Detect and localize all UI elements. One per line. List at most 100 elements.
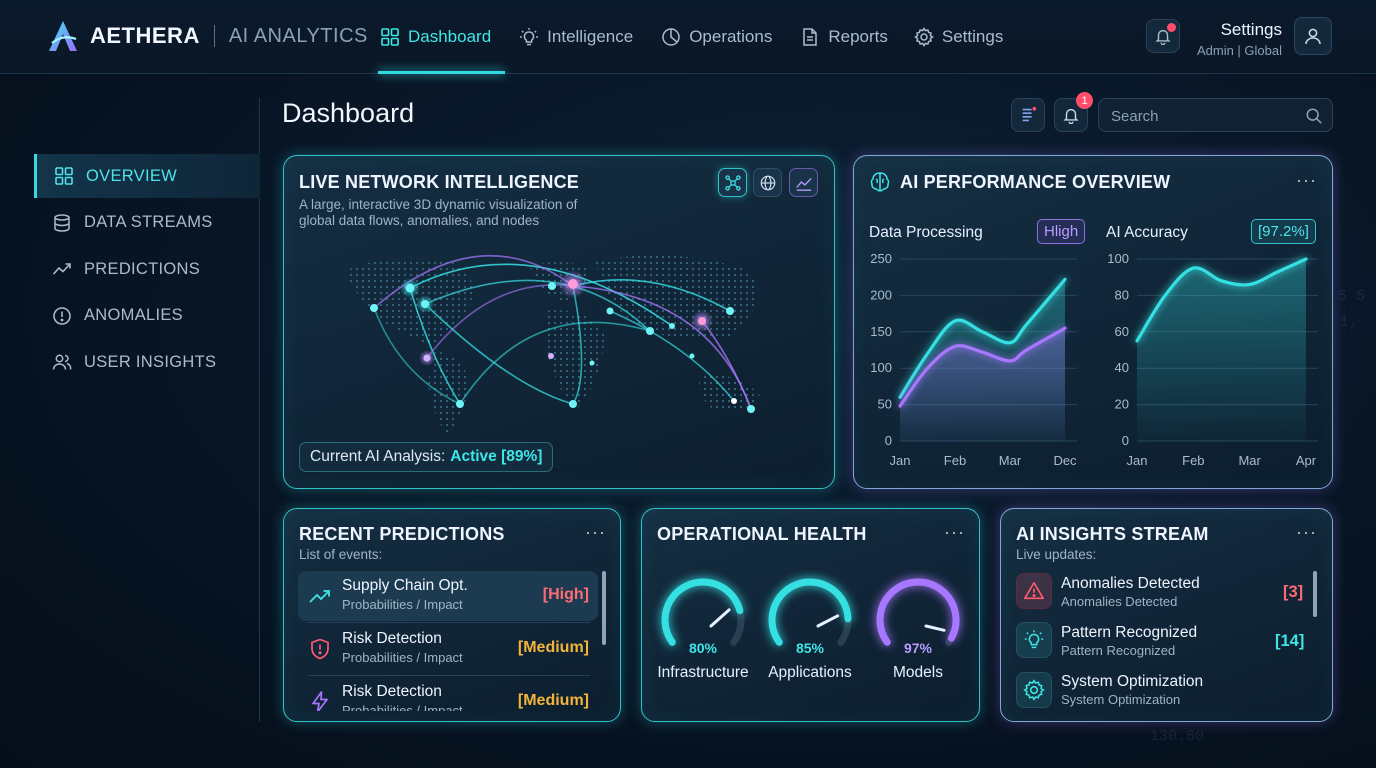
sidebar-item-anomalies[interactable]: ANOMALIES [34, 294, 260, 338]
gauge-value-infrastructure: 80% [688, 640, 718, 656]
insights-card-subtitle: Live updates: [1016, 547, 1097, 562]
processing-chart[interactable]: 0 50 100 150 200 250 Jan Feb Mar Dec [855, 245, 1085, 480]
nav-intelligence[interactable]: Intelligence [517, 0, 647, 74]
accuracy-chart-label: AI Accuracy [1106, 224, 1188, 241]
nav-reports-label: Reports [828, 27, 888, 46]
gauge-value-applications: 85% [795, 640, 825, 656]
prediction-desc: Probabilities / Impact [342, 650, 463, 665]
prediction-clip: Risk Detection Probabilities / Impact [M… [298, 677, 598, 711]
lightning-icon [312, 691, 328, 711]
y-tick-label: 0 [885, 433, 892, 448]
network-graph-view-button[interactable] [718, 168, 747, 197]
status-label: Current AI Analysis: [310, 448, 446, 465]
lightbulb-icon [1024, 630, 1044, 649]
performance-more-button[interactable]: ··· [1296, 170, 1317, 191]
x-tick-label: Feb [944, 453, 966, 468]
insight-desc: System Optimization [1061, 692, 1181, 707]
notification-count-badge: 1 [1076, 92, 1093, 109]
y-tick-label: 100 [1107, 251, 1129, 266]
insight-name[interactable]: Anomalies Detected [1061, 575, 1200, 593]
predictions-more-button[interactable]: ··· [585, 522, 606, 543]
list-view-button[interactable] [1011, 98, 1045, 132]
sidebar: OVERVIEW DATA STREAMS PREDICTIONS ANOMAL… [34, 154, 260, 387]
notification-dot [1167, 23, 1176, 32]
y-tick-label: 100 [870, 360, 892, 375]
alert-circle-icon [53, 306, 71, 325]
insights-scrollbar[interactable] [1313, 571, 1317, 617]
insights-more-button[interactable]: ··· [1296, 522, 1317, 543]
y-tick-label: 20 [1115, 397, 1129, 412]
x-tick-label: Mar [999, 453, 1022, 468]
network-nodes-icon [724, 174, 741, 191]
list-item[interactable]: Supply Chain Opt. Probabilities / Impact… [298, 571, 598, 621]
sidebar-item-predictions[interactable]: PREDICTIONS [34, 247, 260, 291]
nav-reports[interactable]: Reports [798, 0, 902, 74]
line-chart-icon [795, 177, 812, 191]
search-input[interactable] [1111, 106, 1291, 126]
grid-icon [381, 28, 399, 46]
sidebar-item-label: PREDICTIONS [84, 259, 201, 278]
user-icon [1305, 28, 1321, 45]
prediction-level: [Medium] [517, 639, 589, 656]
network-card-title: LIVE NETWORK INTELLIGENCE [299, 172, 580, 192]
list-item[interactable]: Risk Detection Probabilities / Impact [M… [298, 624, 598, 674]
document-icon [803, 28, 818, 46]
y-tick-label: 40 [1115, 360, 1129, 375]
notifications-button[interactable] [1146, 19, 1180, 53]
sidebar-item-user-insights[interactable]: USER INSIGHTS [34, 340, 260, 384]
network-globe-view-button[interactable] [753, 168, 782, 197]
insight-count: [14] [1275, 632, 1305, 650]
avatar[interactable] [1294, 17, 1332, 55]
series-area [1137, 259, 1306, 441]
search-icon[interactable] [1305, 107, 1323, 125]
gauge-value-models: 97% [903, 640, 933, 656]
nav-settings[interactable]: Settings [912, 0, 1017, 74]
insight-name[interactable]: System Optimization [1061, 673, 1203, 691]
user-role: Admin | Global [1196, 43, 1282, 58]
network-trend-view-button[interactable] [789, 168, 818, 197]
pie-icon [662, 28, 680, 46]
gear-icon [914, 27, 934, 47]
divider [308, 675, 590, 676]
x-tick-label: Mar [1238, 453, 1261, 468]
page-title: Dashboard [282, 98, 415, 128]
brain-icon [870, 172, 890, 192]
prediction-level: [Medium] [517, 692, 589, 709]
prediction-level: [High] [542, 586, 589, 603]
insights-card-title: AI INSIGHTS STREAM [1016, 524, 1209, 544]
network-map[interactable] [330, 236, 800, 446]
lightbulb-icon [520, 28, 539, 46]
predictions-scrollbar[interactable] [602, 571, 606, 645]
prediction-name: Risk Detection [342, 683, 442, 700]
prediction-name: Risk Detection [342, 630, 442, 647]
sidebar-item-label: OVERVIEW [86, 166, 178, 185]
status-value: Active [89%] [450, 448, 543, 465]
brand-name: AETHERA [90, 23, 200, 48]
search-box[interactable] [1098, 98, 1333, 132]
page-notifications-button[interactable]: 1 [1054, 92, 1093, 132]
nav-operations-label: Operations [689, 27, 773, 46]
performance-card-title: AI PERFORMANCE OVERVIEW [900, 172, 1171, 192]
sidebar-item-data-streams[interactable]: DATA STREAMS [34, 201, 260, 245]
processing-tag: Hligh [1037, 219, 1086, 244]
list-item[interactable]: Risk Detection Probabilities / Impact [M… [298, 677, 598, 711]
nav-dashboard[interactable]: Dashboard [378, 0, 506, 74]
insight-name[interactable]: Pattern Recognized [1061, 624, 1197, 642]
trend-up-icon [309, 590, 330, 603]
users-icon [52, 354, 72, 370]
ai-analysis-status: Current AI Analysis: Active [89%] [299, 442, 554, 472]
nav-operations[interactable]: Operations [659, 0, 786, 74]
health-more-button[interactable]: ··· [944, 522, 965, 543]
accuracy-chart[interactable]: 0 20 40 60 80 100 Jan Feb Mar Apr [1092, 245, 1326, 480]
y-tick-label: 60 [1115, 324, 1129, 339]
processing-chart-label: Data Processing [869, 224, 983, 241]
gauge-needle [816, 614, 840, 628]
divider [308, 622, 590, 623]
grid-icon [55, 167, 73, 185]
gauge-label-applications: Applications [768, 664, 852, 681]
gauge-needle [709, 608, 731, 628]
sidebar-item-overview[interactable]: OVERVIEW [34, 154, 260, 198]
gauge-fill [768, 578, 852, 646]
user-info[interactable]: Settings Admin | Global [1197, 20, 1282, 58]
brand[interactable]: AETHERA AI ANALYTICS [46, 18, 368, 54]
